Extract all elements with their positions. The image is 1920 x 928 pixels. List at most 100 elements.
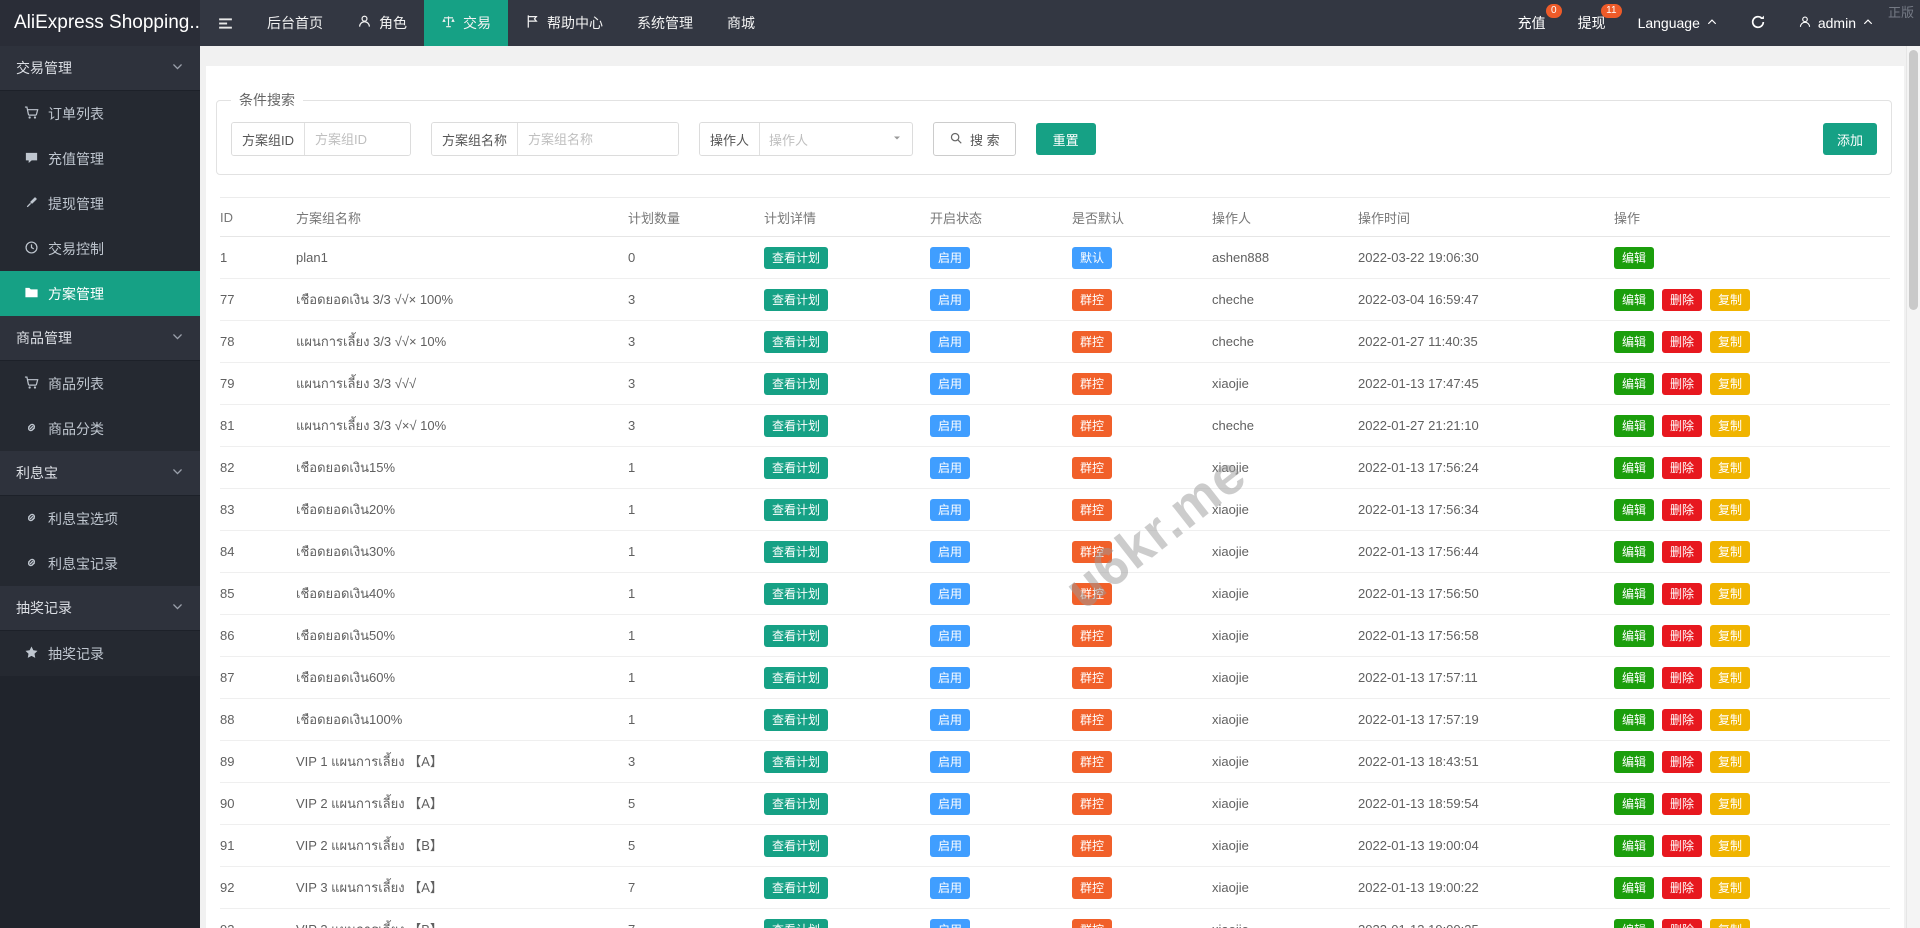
scrollbar-thumb[interactable] xyxy=(1909,50,1918,310)
view-plan-button[interactable]: 查看计划 xyxy=(764,289,828,311)
copy-button[interactable]: 复制 xyxy=(1710,919,1750,928)
copy-button[interactable]: 复制 xyxy=(1710,751,1750,773)
refresh-button[interactable] xyxy=(1734,0,1782,46)
view-plan-button[interactable]: 查看计划 xyxy=(764,541,828,563)
copy-button[interactable]: 复制 xyxy=(1710,415,1750,437)
view-plan-button[interactable]: 查看计划 xyxy=(764,415,828,437)
status-enabled-button[interactable]: 启用 xyxy=(930,457,970,479)
group-control-badge[interactable]: 群控 xyxy=(1072,625,1112,647)
recharge-link[interactable]: 充值 0 xyxy=(1502,0,1562,46)
status-enabled-button[interactable]: 启用 xyxy=(930,331,970,353)
edit-button[interactable]: 编辑 xyxy=(1614,541,1654,563)
edit-button[interactable]: 编辑 xyxy=(1614,835,1654,857)
brand-logo[interactable]: AliExpress Shopping... xyxy=(0,0,200,46)
add-button[interactable]: 添加 xyxy=(1823,123,1877,155)
nav-item-2[interactable]: 交易 xyxy=(424,0,508,46)
edit-button[interactable]: 编辑 xyxy=(1614,877,1654,899)
status-enabled-button[interactable]: 启用 xyxy=(930,709,970,731)
status-enabled-button[interactable]: 启用 xyxy=(930,289,970,311)
copy-button[interactable]: 复制 xyxy=(1710,457,1750,479)
search-input-1[interactable] xyxy=(518,123,678,155)
edit-button[interactable]: 编辑 xyxy=(1614,499,1654,521)
view-plan-button[interactable]: 查看计划 xyxy=(764,751,828,773)
delete-button[interactable]: 删除 xyxy=(1662,289,1702,311)
sidebar-item-0-4[interactable]: 方案管理 xyxy=(0,271,200,316)
status-enabled-button[interactable]: 启用 xyxy=(930,247,970,269)
sidebar-group-header-1[interactable]: 商品管理 xyxy=(0,316,200,361)
status-enabled-button[interactable]: 启用 xyxy=(930,541,970,563)
group-control-badge[interactable]: 群控 xyxy=(1072,583,1112,605)
copy-button[interactable]: 复制 xyxy=(1710,499,1750,521)
group-control-badge[interactable]: 群控 xyxy=(1072,289,1112,311)
delete-button[interactable]: 删除 xyxy=(1662,793,1702,815)
edit-button[interactable]: 编辑 xyxy=(1614,751,1654,773)
copy-button[interactable]: 复制 xyxy=(1710,877,1750,899)
sidebar-item-2-1[interactable]: 利息宝记录 xyxy=(0,541,200,586)
view-plan-button[interactable]: 查看计划 xyxy=(764,331,828,353)
copy-button[interactable]: 复制 xyxy=(1710,373,1750,395)
group-control-badge[interactable]: 群控 xyxy=(1072,835,1112,857)
group-control-badge[interactable]: 群控 xyxy=(1072,415,1112,437)
sidebar-item-2-0[interactable]: 利息宝选项 xyxy=(0,496,200,541)
group-control-badge[interactable]: 群控 xyxy=(1072,667,1112,689)
delete-button[interactable]: 删除 xyxy=(1662,835,1702,857)
group-control-badge[interactable]: 群控 xyxy=(1072,919,1112,928)
status-enabled-button[interactable]: 启用 xyxy=(930,415,970,437)
sidebar-item-3-0[interactable]: 抽奖记录 xyxy=(0,631,200,676)
delete-button[interactable]: 删除 xyxy=(1662,415,1702,437)
group-control-badge[interactable]: 群控 xyxy=(1072,751,1112,773)
group-control-badge[interactable]: 群控 xyxy=(1072,793,1112,815)
view-plan-button[interactable]: 查看计划 xyxy=(764,835,828,857)
search-button[interactable]: 搜 索 xyxy=(933,122,1016,156)
delete-button[interactable]: 删除 xyxy=(1662,877,1702,899)
nav-item-0[interactable]: 后台首页 xyxy=(250,0,340,46)
status-enabled-button[interactable]: 启用 xyxy=(930,835,970,857)
edit-button[interactable]: 编辑 xyxy=(1614,415,1654,437)
withdraw-link[interactable]: 提现 11 xyxy=(1562,0,1622,46)
group-control-badge[interactable]: 群控 xyxy=(1072,877,1112,899)
delete-button[interactable]: 删除 xyxy=(1662,751,1702,773)
status-enabled-button[interactable]: 启用 xyxy=(930,877,970,899)
view-plan-button[interactable]: 查看计划 xyxy=(764,457,828,479)
delete-button[interactable]: 删除 xyxy=(1662,541,1702,563)
view-plan-button[interactable]: 查看计划 xyxy=(764,625,828,647)
operator-select[interactable]: 操作人 xyxy=(760,123,912,155)
edit-button[interactable]: 编辑 xyxy=(1614,667,1654,689)
delete-button[interactable]: 删除 xyxy=(1662,709,1702,731)
copy-button[interactable]: 复制 xyxy=(1710,583,1750,605)
group-control-badge[interactable]: 群控 xyxy=(1072,709,1112,731)
sidebar-group-header-0[interactable]: 交易管理 xyxy=(0,46,200,91)
delete-button[interactable]: 删除 xyxy=(1662,919,1702,928)
edit-button[interactable]: 编辑 xyxy=(1614,247,1654,269)
edit-button[interactable]: 编辑 xyxy=(1614,289,1654,311)
language-menu[interactable]: Language xyxy=(1622,0,1734,46)
copy-button[interactable]: 复制 xyxy=(1710,625,1750,647)
sidebar-group-header-2[interactable]: 利息宝 xyxy=(0,451,200,496)
page-scrollbar[interactable] xyxy=(1906,46,1920,928)
status-enabled-button[interactable]: 启用 xyxy=(930,499,970,521)
group-control-badge[interactable]: 群控 xyxy=(1072,373,1112,395)
edit-button[interactable]: 编辑 xyxy=(1614,625,1654,647)
copy-button[interactable]: 复制 xyxy=(1710,835,1750,857)
copy-button[interactable]: 复制 xyxy=(1710,331,1750,353)
view-plan-button[interactable]: 查看计划 xyxy=(764,877,828,899)
sidebar-item-0-0[interactable]: 订单列表 xyxy=(0,91,200,136)
copy-button[interactable]: 复制 xyxy=(1710,667,1750,689)
copy-button[interactable]: 复制 xyxy=(1710,541,1750,563)
status-enabled-button[interactable]: 启用 xyxy=(930,919,970,928)
view-plan-button[interactable]: 查看计划 xyxy=(764,373,828,395)
status-enabled-button[interactable]: 启用 xyxy=(930,625,970,647)
nav-item-5[interactable]: 商城 xyxy=(710,0,772,46)
nav-item-1[interactable]: 角色 xyxy=(340,0,424,46)
edit-button[interactable]: 编辑 xyxy=(1614,373,1654,395)
search-input-0[interactable] xyxy=(305,123,410,155)
group-control-badge[interactable]: 群控 xyxy=(1072,457,1112,479)
sidebar-item-0-3[interactable]: 交易控制 xyxy=(0,226,200,271)
group-control-badge[interactable]: 群控 xyxy=(1072,541,1112,563)
view-plan-button[interactable]: 查看计划 xyxy=(764,667,828,689)
edit-button[interactable]: 编辑 xyxy=(1614,457,1654,479)
view-plan-button[interactable]: 查看计划 xyxy=(764,499,828,521)
group-control-badge[interactable]: 群控 xyxy=(1072,499,1112,521)
delete-button[interactable]: 删除 xyxy=(1662,625,1702,647)
nav-item-4[interactable]: 系统管理 xyxy=(620,0,710,46)
